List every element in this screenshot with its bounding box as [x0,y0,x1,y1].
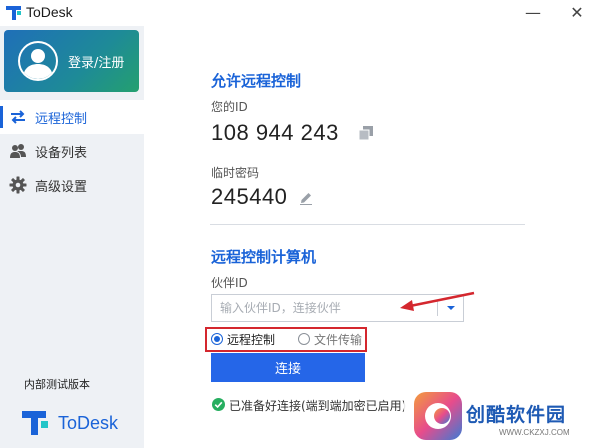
users-icon [10,144,26,158]
radio-indicator [211,333,223,345]
id-label: 您的ID [211,100,248,114]
avatar [18,41,58,81]
partner-id-label: 伙伴ID [211,276,248,290]
login-label: 登录/注册 [68,56,125,71]
version-label: 内部测试版本 [24,378,90,391]
check-circle-icon [212,398,225,411]
radio-label: 文件传输 [314,333,363,347]
title-bar: ToDesk — ✕ [0,0,600,26]
sidebar-item-label: 远程控制 [35,112,88,127]
minimize-button[interactable]: — [522,2,544,24]
login-card[interactable]: 登录/注册 [4,30,139,92]
watermark-logo-icon [414,392,462,440]
radio-indicator [298,333,310,345]
close-button[interactable]: ✕ [566,2,588,24]
sidebar-item-device-list[interactable]: 设备列表 [0,134,144,168]
allow-remote-title: 允许远程控制 [211,72,302,90]
sidebar-item-remote-control[interactable]: 远程控制 [0,100,144,134]
pencil-icon[interactable] [299,191,313,205]
sidebar-item-advanced-settings[interactable]: 高级设置 [0,168,144,202]
brand-name: ToDesk [58,413,119,433]
temp-password-value: 245440 [211,184,288,209]
brand-logo: ToDesk [22,409,132,439]
window-title: ToDesk [26,4,73,20]
sidebar: 登录/注册 远程控制 设备列表 高级设置 内部测试版本 ToDesk [0,26,144,448]
active-indicator [0,106,3,128]
copy-icon[interactable] [359,126,373,140]
user-icon [23,49,53,79]
radio-label: 远程控制 [227,333,276,347]
sidebar-item-label: 设备列表 [35,146,88,161]
sidebar-item-label: 高级设置 [35,180,88,195]
status-text: 已准备好连接(端到端加密已启用) [229,399,407,413]
gear-icon [9,176,27,194]
connect-button[interactable]: 连接 [211,353,365,382]
watermark-url: WWW.CKZXJ.COM [499,428,570,437]
device-id-value: 108 944 243 [211,120,339,145]
todesk-logo-icon [6,6,21,20]
watermark-title: 创酷软件园 [466,404,567,426]
annotation-arrow [400,291,475,311]
swap-arrows-icon [11,110,25,124]
section-divider [210,224,525,225]
password-label: 临时密码 [211,166,260,180]
remote-control-computer-title: 远程控制计算机 [211,248,317,266]
todesk-logo-icon [22,411,48,435]
